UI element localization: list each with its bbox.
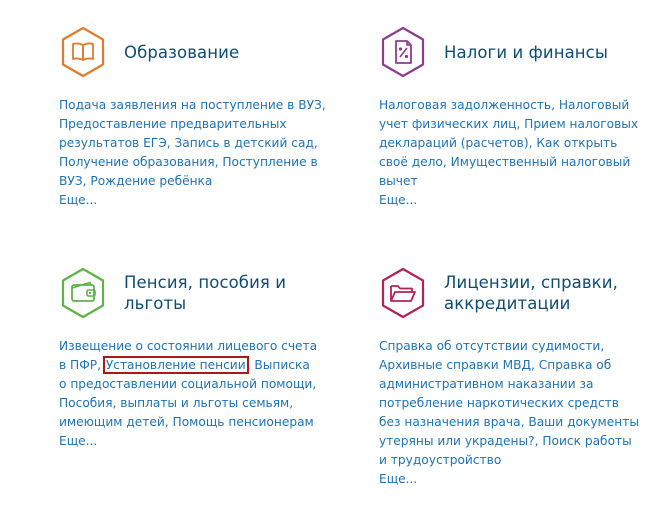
more-link[interactable]: Еще... [379, 470, 641, 489]
section-title[interactable]: Лицензии, справки, аккредитации [444, 272, 634, 314]
more-link[interactable]: Еще... [59, 432, 319, 451]
section-title[interactable]: Пенсия, пособия и льготы [124, 272, 304, 314]
section-header: Лицензии, справки, аккредитации [379, 265, 649, 321]
section-pension: Пенсия, пособия и льготы Извещение о сос… [59, 265, 329, 451]
wallet-icon[interactable] [59, 267, 107, 319]
section-taxes: Налоги и финансы Налоговая задолженность… [379, 24, 649, 210]
link-list: Подача заявления на поступление в ВУЗ, П… [59, 96, 329, 210]
link-item[interactable]: Архивные справки МВД [379, 358, 531, 372]
section-licenses: Лицензии, справки, аккредитации Справка … [379, 265, 649, 489]
section-education: Образование Подача заявления на поступле… [59, 24, 329, 210]
link-list: Справка об отсутствии судимости, Архивны… [379, 337, 641, 489]
link-item[interactable]: Помощь пенсионерам [173, 415, 314, 429]
link-item[interactable]: Запись в детский сад [174, 136, 313, 150]
link-item[interactable]: Справка об отсутствии судимости [379, 339, 600, 353]
link-list: Извещение о состоянии лицевого счета в П… [59, 337, 319, 451]
more-link[interactable]: Еще... [379, 191, 649, 210]
section-header: Пенсия, пособия и льготы [59, 265, 329, 321]
more-link[interactable]: Еще... [59, 191, 329, 210]
link-item[interactable]: Подача заявления на поступление в ВУЗ [59, 98, 322, 112]
tax-document-icon[interactable] [379, 26, 427, 78]
section-title[interactable]: Образование [124, 42, 239, 63]
link-list: Налоговая задолженность, Налоговый учет … [379, 96, 649, 210]
link-item[interactable]: Получение образования [59, 155, 215, 169]
folder-icon[interactable] [379, 267, 427, 319]
section-title[interactable]: Налоги и финансы [444, 42, 608, 63]
book-icon[interactable] [59, 26, 107, 78]
link-item[interactable]: Налоговая задолженность [379, 98, 551, 112]
highlighted-link[interactable]: Установление пенсии [102, 356, 249, 374]
link-item[interactable]: Рождение ребёнка [90, 174, 212, 188]
section-header: Образование [59, 24, 329, 80]
section-header: Налоги и финансы [379, 24, 649, 80]
